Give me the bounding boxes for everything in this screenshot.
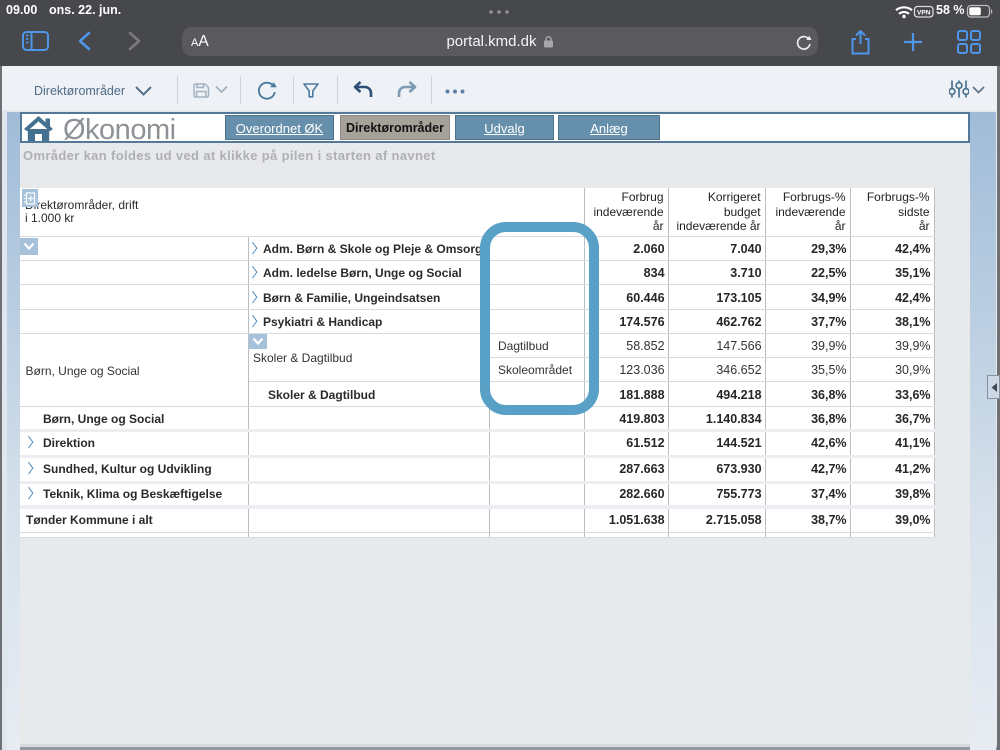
svg-text:VPN: VPN bbox=[917, 10, 931, 17]
